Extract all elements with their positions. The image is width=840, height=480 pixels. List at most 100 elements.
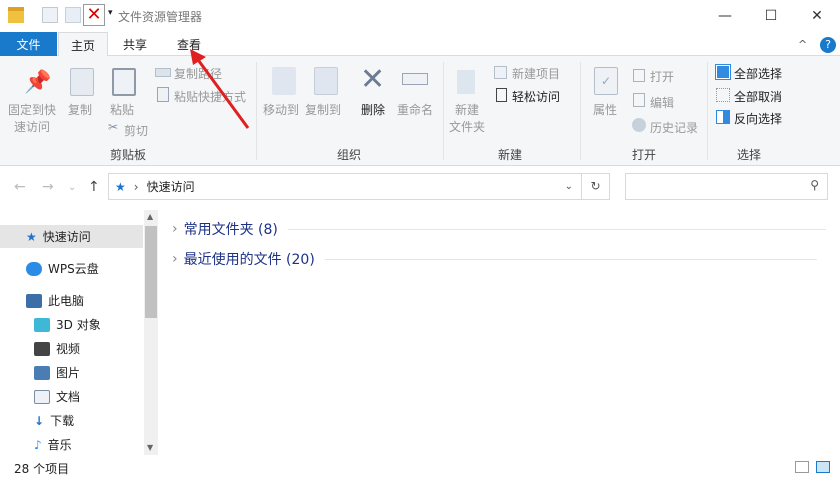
sidebar-label: 下载 — [50, 414, 75, 428]
easy-access-icon — [496, 88, 507, 102]
properties-icon[interactable] — [42, 7, 58, 23]
sidebar-item-quick-access[interactable]: ★ 快速访问 — [0, 225, 143, 248]
pin-icon: 📌 — [24, 70, 52, 95]
history-icon — [632, 118, 646, 132]
open-button[interactable]: 打开 — [650, 68, 674, 85]
divider — [324, 258, 817, 260]
address-dropdown-icon[interactable]: ⌄ — [565, 181, 573, 192]
breadcrumb-separator-icon: › — [133, 179, 139, 194]
rename-button[interactable]: 重命名 — [397, 101, 433, 118]
maximize-button[interactable]: ☐ — [748, 0, 794, 31]
tab-file[interactable]: 文件 — [0, 32, 57, 56]
properties-button[interactable]: 属性 — [593, 101, 617, 118]
sidebar-item-3d-objects[interactable]: 3D 对象 — [0, 313, 143, 336]
up-button[interactable]: ↑ — [88, 179, 100, 195]
copy-to-button[interactable]: 复制到 — [305, 101, 341, 118]
sidebar-scrollbar[interactable]: ▲ ▼ — [144, 210, 158, 455]
easy-access-button[interactable]: 轻松访问 — [512, 88, 560, 105]
search-input[interactable]: ⚲ — [625, 173, 828, 200]
folder-icon — [8, 7, 24, 23]
refresh-button[interactable]: ↻ — [582, 173, 610, 200]
delete-large-icon: ✕ — [360, 62, 386, 97]
group-clipboard-label: 剪贴板 — [110, 148, 147, 162]
download-icon: ↓ — [34, 413, 45, 428]
back-button[interactable]: ← — [14, 179, 26, 195]
scroll-down-icon[interactable]: ▼ — [147, 443, 153, 452]
cut-button[interactable]: 剪切 — [124, 122, 148, 139]
sidebar-label: WPS云盘 — [48, 262, 99, 276]
delete-icon[interactable]: ✕ — [83, 4, 105, 26]
scrollbar-thumb[interactable] — [145, 226, 157, 318]
new-folder-button[interactable]: 新建 — [455, 101, 479, 118]
address-bar[interactable]: ★ › 快速访问 ⌄ — [108, 173, 582, 200]
arrow-head — [190, 49, 206, 65]
properties-large-icon: ✓ — [594, 67, 618, 95]
status-bar: 28 个项目 — [0, 455, 840, 480]
tab-share[interactable]: 共享 — [110, 32, 160, 56]
sidebar-label: 文档 — [56, 390, 81, 404]
sidebar-item-wps-cloud[interactable]: WPS云盘 — [0, 257, 143, 280]
cloud-icon — [26, 261, 42, 276]
copy-to-icon — [314, 67, 338, 95]
annotation-arrow — [190, 49, 250, 129]
breadcrumb-quick-access[interactable]: 快速访问 — [147, 178, 195, 195]
sidebar-item-downloads[interactable]: ↓ 下载 — [0, 409, 143, 432]
scroll-up-icon[interactable]: ▲ — [147, 212, 153, 221]
delete-button[interactable]: 删除 — [361, 101, 385, 118]
collapse-ribbon-button[interactable]: ^ — [798, 38, 807, 51]
forward-button[interactable]: → — [42, 179, 54, 195]
section-frequent-folders[interactable]: › 常用文件夹 (8) — [172, 219, 826, 239]
pin-label[interactable]: 固定到快 — [8, 101, 56, 118]
copy-icon — [70, 68, 94, 96]
quick-access-star-icon: ★ — [115, 179, 126, 194]
sidebar-item-documents[interactable]: 文档 — [0, 385, 143, 408]
sidebar-item-music[interactable]: ♪ 音乐 — [0, 433, 143, 456]
history-button[interactable]: 历史记录 — [650, 119, 698, 136]
invert-selection-button[interactable]: 反向选择 — [734, 110, 782, 127]
new-folder-large-icon — [457, 70, 475, 94]
new-folder-button-2[interactable]: 文件夹 — [449, 118, 485, 135]
paste-icon — [112, 68, 136, 96]
music-icon: ♪ — [34, 437, 42, 452]
large-icons-view-icon[interactable] — [816, 461, 830, 473]
close-button[interactable]: ✕ — [794, 0, 840, 31]
paste-button[interactable]: 粘贴 — [110, 101, 134, 118]
divider — [287, 228, 826, 230]
copy-path-icon — [155, 68, 171, 77]
copy-button[interactable]: 复制 — [68, 101, 92, 118]
document-icon — [34, 389, 50, 404]
window-title: 文件资源管理器 — [118, 10, 203, 24]
help-button[interactable]: ? — [820, 37, 836, 53]
sidebar-item-pictures[interactable]: 图片 — [0, 361, 143, 384]
pin-label-2[interactable]: 速访问 — [14, 118, 50, 135]
group-organize-label: 组织 — [337, 148, 362, 162]
group-new-label: 新建 — [498, 148, 523, 162]
select-none-button[interactable]: 全部取消 — [734, 88, 782, 105]
select-all-button[interactable]: 全部选择 — [734, 65, 782, 82]
rename-icon — [402, 73, 428, 85]
sidebar-item-this-pc[interactable]: 此电脑 — [0, 289, 143, 312]
title-bar: ✕ ▾ 文件资源管理器 — ☐ ✕ — [0, 0, 840, 31]
recent-locations-button[interactable]: ⌄ — [68, 182, 76, 193]
move-to-button[interactable]: 移动到 — [263, 101, 299, 118]
paste-shortcut-icon — [157, 87, 169, 102]
divider — [443, 62, 444, 160]
sidebar-item-videos[interactable]: 视频 — [0, 337, 143, 360]
section-recent-files[interactable]: › 最近使用的文件 (20) — [172, 249, 817, 269]
minimize-button[interactable]: — — [702, 0, 748, 31]
invert-selection-icon — [716, 110, 730, 124]
item-count: 28 个项目 — [14, 462, 70, 476]
open-icon — [633, 69, 645, 82]
chevron-right-icon: › — [172, 221, 178, 237]
tab-home[interactable]: 主页 — [58, 32, 108, 57]
customize-qat-icon[interactable]: ▾ — [108, 8, 113, 18]
new-folder-icon[interactable] — [65, 7, 81, 23]
details-view-icon[interactable] — [795, 461, 809, 473]
sidebar-label: 3D 对象 — [56, 318, 101, 332]
sidebar-label: 图片 — [56, 366, 81, 380]
select-none-icon — [716, 88, 730, 102]
sidebar-label: 此电脑 — [48, 294, 85, 308]
new-item-icon — [494, 66, 507, 79]
edit-button[interactable]: 编辑 — [650, 94, 674, 111]
new-item-button[interactable]: 新建项目 — [512, 65, 560, 82]
